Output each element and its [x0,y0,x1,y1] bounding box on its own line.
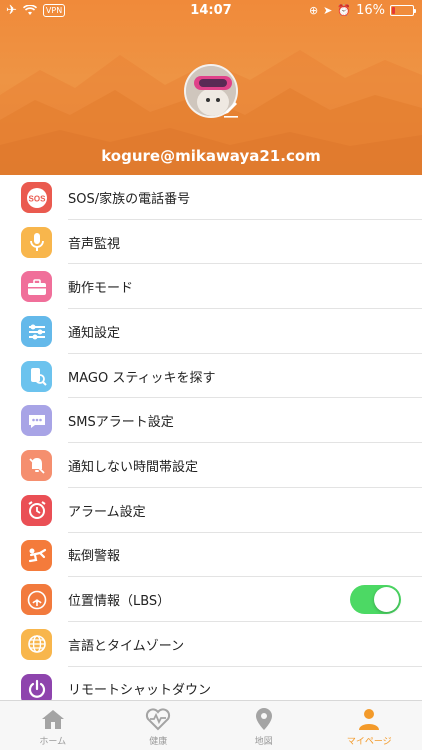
sliders-icon [21,316,52,348]
menu-item[interactable]: SOS SOS/家族の電話番号 [0,175,422,220]
menu-item-label: リモートシャットダウン [68,683,212,699]
tab-person[interactable]: マイページ [317,701,422,750]
person-icon [355,705,383,733]
menu-item-label: 音声監視 [68,236,121,252]
heart-rate-icon [144,705,172,733]
bell-off-icon [21,450,52,482]
menu-item[interactable]: SMSアラート設定 [0,398,422,444]
tab-home[interactable]: ホーム [0,701,106,750]
menu-item-label: MAGO スティッキを探す [68,370,216,386]
tab-label: 地図 [254,737,273,747]
map-pin-icon [250,705,278,733]
status-bar: ✈ VPN 14:07 ⊕ ➤ ⏰ 16% [0,0,422,22]
fall-person-icon [21,539,52,571]
alarm-clock-icon [21,494,52,526]
rotation-lock-icon: ⊕ [308,4,319,17]
briefcase-icon [21,271,52,303]
sos-icon: SOS [21,182,52,213]
menu-item[interactable]: 動作モード [0,264,422,310]
menu-item[interactable]: MAGO スティッキを探す [0,354,422,399]
bottom-tab-bar: ホーム 健康 地図 マイページ [0,700,422,750]
menu-item[interactable]: 通知しない時間帯設定 [0,443,422,488]
tab-label: 健康 [149,737,168,747]
tab-heart-rate[interactable]: 健康 [106,701,212,750]
lbs-toggle[interactable] [350,585,401,615]
menu-item-label: SOS/家族の電話番号 [68,191,191,207]
menu-item[interactable]: 言語とタイムゾーン [0,622,422,667]
menu-item-label: 通知しない時間帯設定 [68,459,199,475]
location-signal-icon [21,584,52,616]
search-device-icon [21,360,52,392]
chat-bubble-icon [21,405,52,437]
menu-item-label: 転倒警報 [68,549,121,565]
menu-item-label: SMSアラート設定 [68,415,174,431]
location-arrow-icon: ➤ [323,4,333,17]
home-icon [39,705,67,733]
menu-item-label: 通知設定 [68,325,121,341]
battery-percent: 16% [356,3,385,18]
alarm-icon: ⏰ [337,4,352,17]
toggle-knob [374,587,399,613]
microphone-icon [21,226,52,258]
globe-icon [21,628,52,660]
tab-label: マイページ [346,737,392,747]
menu-item[interactable]: 通知設定 [0,309,422,354]
menu-item[interactable]: 位置情報（LBS） [0,577,422,622]
menu-item-label: アラーム設定 [68,504,146,520]
sos-icon-text: SOS [28,194,46,203]
menu-item[interactable]: アラーム設定 [0,488,422,533]
battery-level [392,7,395,14]
profile-email: kogure@mikawaya21.com [101,147,321,165]
menu-item-label: 動作モード [68,281,134,297]
menu-item[interactable]: 音声監視 [0,220,422,265]
profile-header: ✈ VPN 14:07 ⊕ ➤ ⏰ 16% kogure@mikawaya21.… [0,0,422,175]
edit-profile-icon[interactable] [222,98,240,118]
menu-item[interactable]: 転倒警報 [0,533,422,578]
battery-icon [390,5,416,16]
menu-item-label: 言語とタイムゾーン [68,638,185,654]
tab-label: ホーム [39,737,67,747]
settings-menu-list: SOS SOS/家族の電話番号 音声監視動作モード通知設定 MAGO スティッキを探す… [0,175,422,712]
tab-map-pin[interactable]: 地図 [211,701,317,750]
menu-item-label: 位置情報（LBS） [68,594,171,610]
